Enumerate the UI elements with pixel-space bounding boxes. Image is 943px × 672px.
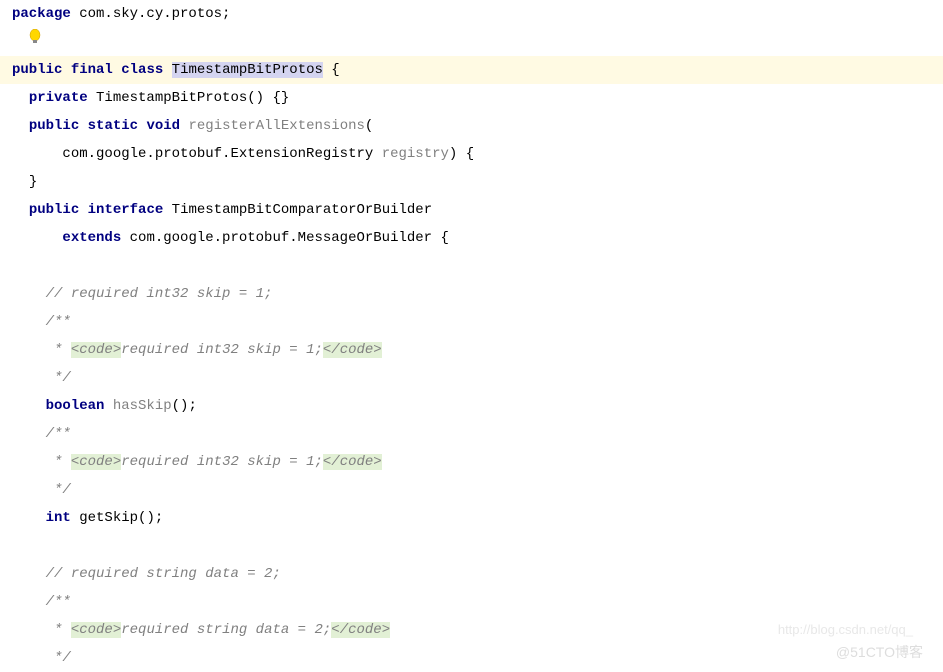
doc-open: /** bbox=[46, 426, 71, 442]
code-line[interactable]: // required int32 skip = 1; bbox=[0, 280, 943, 308]
code-editor[interactable]: package com.sky.cy.protos; public final … bbox=[0, 0, 943, 672]
doc-open: /** bbox=[46, 594, 71, 610]
constructor: TimestampBitProtos() {} bbox=[88, 90, 290, 106]
code-line[interactable]: boolean hasSkip(); bbox=[0, 392, 943, 420]
code-line-empty[interactable] bbox=[0, 532, 943, 560]
keyword-void: void bbox=[146, 118, 180, 134]
class-name-selected: TimestampBitProtos bbox=[172, 62, 323, 78]
doc-text: required string data = 2; bbox=[121, 622, 331, 638]
code-tag-close: </code> bbox=[323, 342, 382, 358]
code-line[interactable] bbox=[0, 28, 943, 56]
code-line[interactable]: * <code>required string data = 2;</code> bbox=[0, 616, 943, 644]
doc-text: required int32 skip = 1; bbox=[121, 342, 323, 358]
keyword-boolean: boolean bbox=[46, 398, 105, 414]
code-line[interactable]: package com.sky.cy.protos; bbox=[0, 0, 943, 28]
code-line[interactable]: */ bbox=[0, 364, 943, 392]
paren-brace: ) { bbox=[449, 146, 474, 162]
code-line[interactable]: /** bbox=[0, 420, 943, 448]
keyword-static: static bbox=[88, 118, 138, 134]
code-line[interactable]: private TimestampBitProtos() {} bbox=[0, 84, 943, 112]
keyword-private: private bbox=[29, 90, 88, 106]
bulb-icon[interactable] bbox=[29, 34, 41, 50]
keyword-package: package bbox=[12, 6, 71, 22]
close-brace: } bbox=[29, 174, 37, 190]
code-line[interactable]: extends com.google.protobuf.MessageOrBui… bbox=[0, 224, 943, 252]
parens: (); bbox=[172, 398, 197, 414]
keyword-class: class bbox=[121, 62, 163, 78]
code-line[interactable]: } bbox=[0, 168, 943, 196]
keyword-public: public bbox=[12, 62, 62, 78]
comment: // required string data = 2; bbox=[46, 566, 281, 582]
code-line[interactable]: public static void registerAllExtensions… bbox=[0, 112, 943, 140]
keyword-interface: interface bbox=[88, 202, 164, 218]
code-line-class-decl[interactable]: public final class TimestampBitProtos { bbox=[0, 56, 943, 84]
extends-type: com.google.protobuf.MessageOrBuilder { bbox=[121, 230, 449, 246]
doc-close: */ bbox=[46, 370, 71, 386]
doc-star: * bbox=[46, 622, 71, 638]
keyword-public: public bbox=[29, 202, 79, 218]
method-get-skip: getSkip(); bbox=[71, 510, 163, 526]
keyword-final: final bbox=[71, 62, 113, 78]
code-line[interactable]: /** bbox=[0, 308, 943, 336]
keyword-extends: extends bbox=[62, 230, 121, 246]
code-line[interactable]: // required string data = 2; bbox=[0, 560, 943, 588]
package-name: com.sky.cy.protos; bbox=[71, 6, 231, 22]
code-line-empty[interactable] bbox=[0, 252, 943, 280]
code-line[interactable]: com.google.protobuf.ExtensionRegistry re… bbox=[0, 140, 943, 168]
code-tag-open: <code> bbox=[71, 454, 121, 470]
code-line[interactable]: public interface TimestampBitComparatorO… bbox=[0, 196, 943, 224]
keyword-int: int bbox=[46, 510, 71, 526]
doc-close: */ bbox=[46, 482, 71, 498]
param-name: registry bbox=[382, 146, 449, 162]
brace: { bbox=[323, 62, 340, 78]
method-name: registerAllExtensions bbox=[188, 118, 364, 134]
code-tag-open: <code> bbox=[71, 622, 121, 638]
doc-open: /** bbox=[46, 314, 71, 330]
code-line[interactable]: */ bbox=[0, 644, 943, 672]
code-tag-close: </code> bbox=[331, 622, 390, 638]
code-line[interactable]: * <code>required int32 skip = 1;</code> bbox=[0, 448, 943, 476]
code-line[interactable]: /** bbox=[0, 588, 943, 616]
code-tag-open: <code> bbox=[71, 342, 121, 358]
code-line[interactable]: */ bbox=[0, 476, 943, 504]
keyword-public: public bbox=[29, 118, 79, 134]
code-line[interactable]: int getSkip(); bbox=[0, 504, 943, 532]
paren: ( bbox=[365, 118, 373, 134]
comment: // required int32 skip = 1; bbox=[46, 286, 273, 302]
doc-star: * bbox=[46, 454, 71, 470]
doc-star: * bbox=[46, 342, 71, 358]
method-name: hasSkip bbox=[113, 398, 172, 414]
interface-name: TimestampBitComparatorOrBuilder bbox=[163, 202, 432, 218]
code-tag-close: </code> bbox=[323, 454, 382, 470]
doc-close: */ bbox=[54, 650, 71, 666]
doc-text: required int32 skip = 1; bbox=[121, 454, 323, 470]
code-line[interactable]: * <code>required int32 skip = 1;</code> bbox=[0, 336, 943, 364]
param-type: com.google.protobuf.ExtensionRegistry bbox=[62, 146, 381, 162]
